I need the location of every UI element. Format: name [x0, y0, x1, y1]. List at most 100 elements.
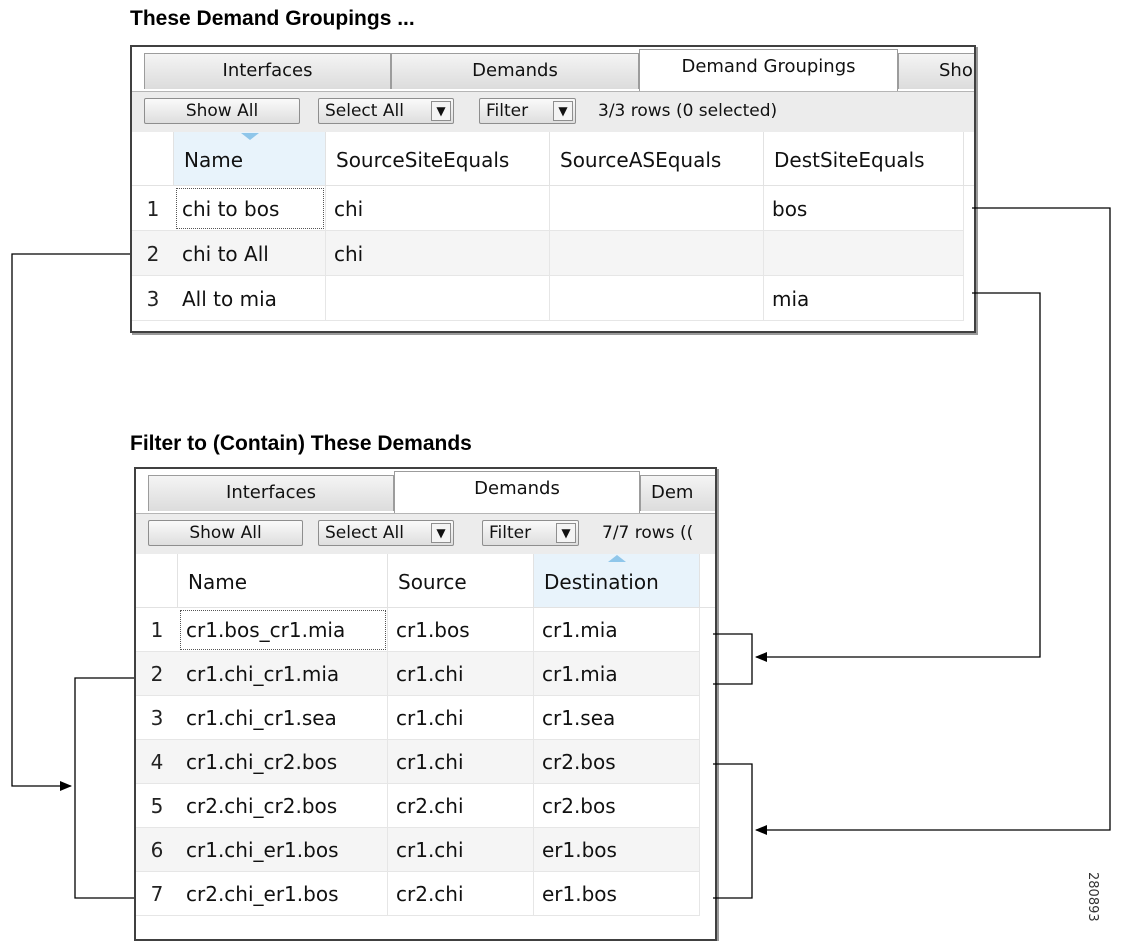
table-cell[interactable]: cr1.bos — [388, 608, 534, 652]
column-header-source-site-equals[interactable]: SourceSiteEquals — [326, 132, 550, 186]
demands-panel: Interfaces Demands Dem Show All Select A… — [134, 467, 717, 941]
figure-id: 280893 — [1085, 872, 1100, 922]
filter-dropdown[interactable]: Filter ▼ — [479, 98, 576, 124]
table-cell[interactable]: chi — [326, 231, 550, 276]
column-header-label: Name — [184, 148, 244, 172]
column-header-name[interactable]: Name — [174, 132, 326, 186]
row-number: 2 — [136, 652, 178, 696]
table-cell[interactable]: cr1.chi — [388, 740, 534, 784]
bracket-rows-2-7 — [74, 677, 134, 899]
sort-caret-icon — [240, 133, 259, 140]
column-header-label: SourceASEquals — [560, 148, 722, 172]
table-cell[interactable]: cr2.chi_er1.bos — [178, 872, 388, 916]
table-cell[interactable]: cr2.chi — [388, 872, 534, 916]
tab-demand-groupings[interactable]: Dem — [640, 475, 715, 511]
groupings-table: Name SourceSiteEquals SourceASEquals Des… — [132, 132, 974, 331]
show-all-button[interactable]: Show All — [148, 520, 303, 546]
table-cell[interactable]: chi to All — [174, 231, 326, 276]
demand-groupings-panel: Interfaces Demands Demand Groupings Sho … — [130, 45, 976, 333]
table-cell[interactable]: cr1.chi — [388, 652, 534, 696]
bracket-rows-4-7 — [713, 763, 753, 899]
toolbar: Show All Select All ▼ Filter ▼ 3/3 rows … — [132, 91, 974, 133]
filter-dropdown[interactable]: Filter ▼ — [482, 520, 579, 546]
column-header-source-as-equals[interactable]: SourceASEquals — [550, 132, 764, 186]
table-cell[interactable]: cr1.bos_cr1.mia — [178, 608, 388, 652]
table-cell[interactable]: All to mia — [174, 276, 326, 321]
table-cell[interactable]: cr2.bos — [534, 740, 700, 784]
column-header-empty — [700, 554, 715, 608]
connector-chi-to-all — [11, 253, 130, 791]
table-cell[interactable]: cr1.mia — [534, 652, 700, 696]
column-header-dest-site-equals[interactable]: DestSiteEquals — [764, 132, 964, 186]
row-number: 6 — [136, 828, 178, 872]
table-cell[interactable] — [550, 186, 764, 231]
table-cell[interactable] — [326, 276, 550, 321]
demands-table: Name Source Destination 1 cr1.bos_cr1.mi… — [136, 554, 715, 939]
tab-interfaces[interactable]: Interfaces — [148, 475, 394, 511]
column-header-destination[interactable]: Destination — [534, 554, 700, 608]
column-header-label: Name — [188, 570, 248, 594]
table-cell[interactable]: chi — [326, 186, 550, 231]
table-cell[interactable]: er1.bos — [534, 872, 700, 916]
row-number: 3 — [136, 696, 178, 740]
select-all-label: Select All — [325, 523, 404, 543]
row-number-header — [132, 132, 174, 186]
column-header-label: Source — [398, 570, 467, 594]
row-number: 1 — [136, 608, 178, 652]
column-header-source[interactable]: Source — [388, 554, 534, 608]
table-cell[interactable] — [764, 231, 964, 276]
sort-caret-icon — [607, 555, 626, 562]
tab-demands[interactable]: Demands — [391, 53, 639, 89]
table-cell[interactable]: cr1.chi — [388, 696, 534, 740]
select-all-dropdown[interactable]: Select All ▼ — [318, 98, 454, 124]
tab-show[interactable]: Sho — [898, 53, 974, 89]
table-cell[interactable]: cr1.chi_cr1.sea — [178, 696, 388, 740]
bracket-rows-1-2 — [713, 633, 753, 685]
table-cell[interactable]: bos — [764, 186, 964, 231]
table-cell[interactable] — [550, 276, 764, 321]
filter-label: Filter — [489, 523, 532, 543]
select-all-dropdown[interactable]: Select All ▼ — [318, 520, 454, 546]
column-header-empty — [964, 132, 974, 186]
row-number: 5 — [136, 784, 178, 828]
row-number: 3 — [132, 276, 174, 321]
table-cell[interactable]: chi to bos — [174, 186, 326, 231]
tab-demand-groupings[interactable]: Demand Groupings — [639, 49, 898, 91]
column-header-name[interactable]: Name — [178, 554, 388, 608]
table-cell[interactable] — [550, 231, 764, 276]
tab-bar: Interfaces Demands Demand Groupings Sho — [132, 47, 974, 91]
select-all-label: Select All — [325, 101, 404, 121]
top-heading: These Demand Groupings ... — [130, 7, 415, 30]
row-number: 1 — [132, 186, 174, 231]
row-number: 4 — [136, 740, 178, 784]
caret-down-icon[interactable]: ▼ — [431, 523, 451, 543]
row-count: 3/3 rows (0 selected) — [598, 101, 778, 121]
row-number: 7 — [136, 872, 178, 916]
table-cell[interactable]: cr1.mia — [534, 608, 700, 652]
table-cell[interactable]: er1.bos — [534, 828, 700, 872]
table-cell[interactable]: cr1.sea — [534, 696, 700, 740]
row-count: 7/7 rows (( — [602, 523, 694, 543]
table-cell[interactable]: cr2.bos — [534, 784, 700, 828]
table-cell[interactable]: cr2.chi — [388, 784, 534, 828]
caret-down-icon[interactable]: ▼ — [553, 101, 573, 121]
show-all-button[interactable]: Show All — [144, 98, 300, 124]
table-cell[interactable]: cr1.chi — [388, 828, 534, 872]
tab-interfaces[interactable]: Interfaces — [144, 53, 391, 89]
caret-down-icon[interactable]: ▼ — [431, 101, 451, 121]
bottom-heading: Filter to (Contain) These Demands — [130, 432, 472, 455]
caret-down-icon[interactable]: ▼ — [556, 523, 576, 543]
table-cell[interactable]: mia — [764, 276, 964, 321]
table-cell[interactable]: cr2.chi_cr2.bos — [178, 784, 388, 828]
connector-all-to-mia — [755, 292, 1041, 662]
column-header-label: Destination — [544, 570, 659, 594]
table-cell[interactable]: cr1.chi_er1.bos — [178, 828, 388, 872]
filter-label: Filter — [486, 101, 529, 121]
table-cell[interactable]: cr1.chi_cr2.bos — [178, 740, 388, 784]
column-header-label: DestSiteEquals — [774, 148, 925, 172]
table-cell[interactable]: cr1.chi_cr1.mia — [178, 652, 388, 696]
row-number: 2 — [132, 231, 174, 276]
tab-bar: Interfaces Demands Dem — [136, 469, 715, 513]
row-number-header — [136, 554, 178, 608]
tab-demands[interactable]: Demands — [394, 471, 640, 513]
